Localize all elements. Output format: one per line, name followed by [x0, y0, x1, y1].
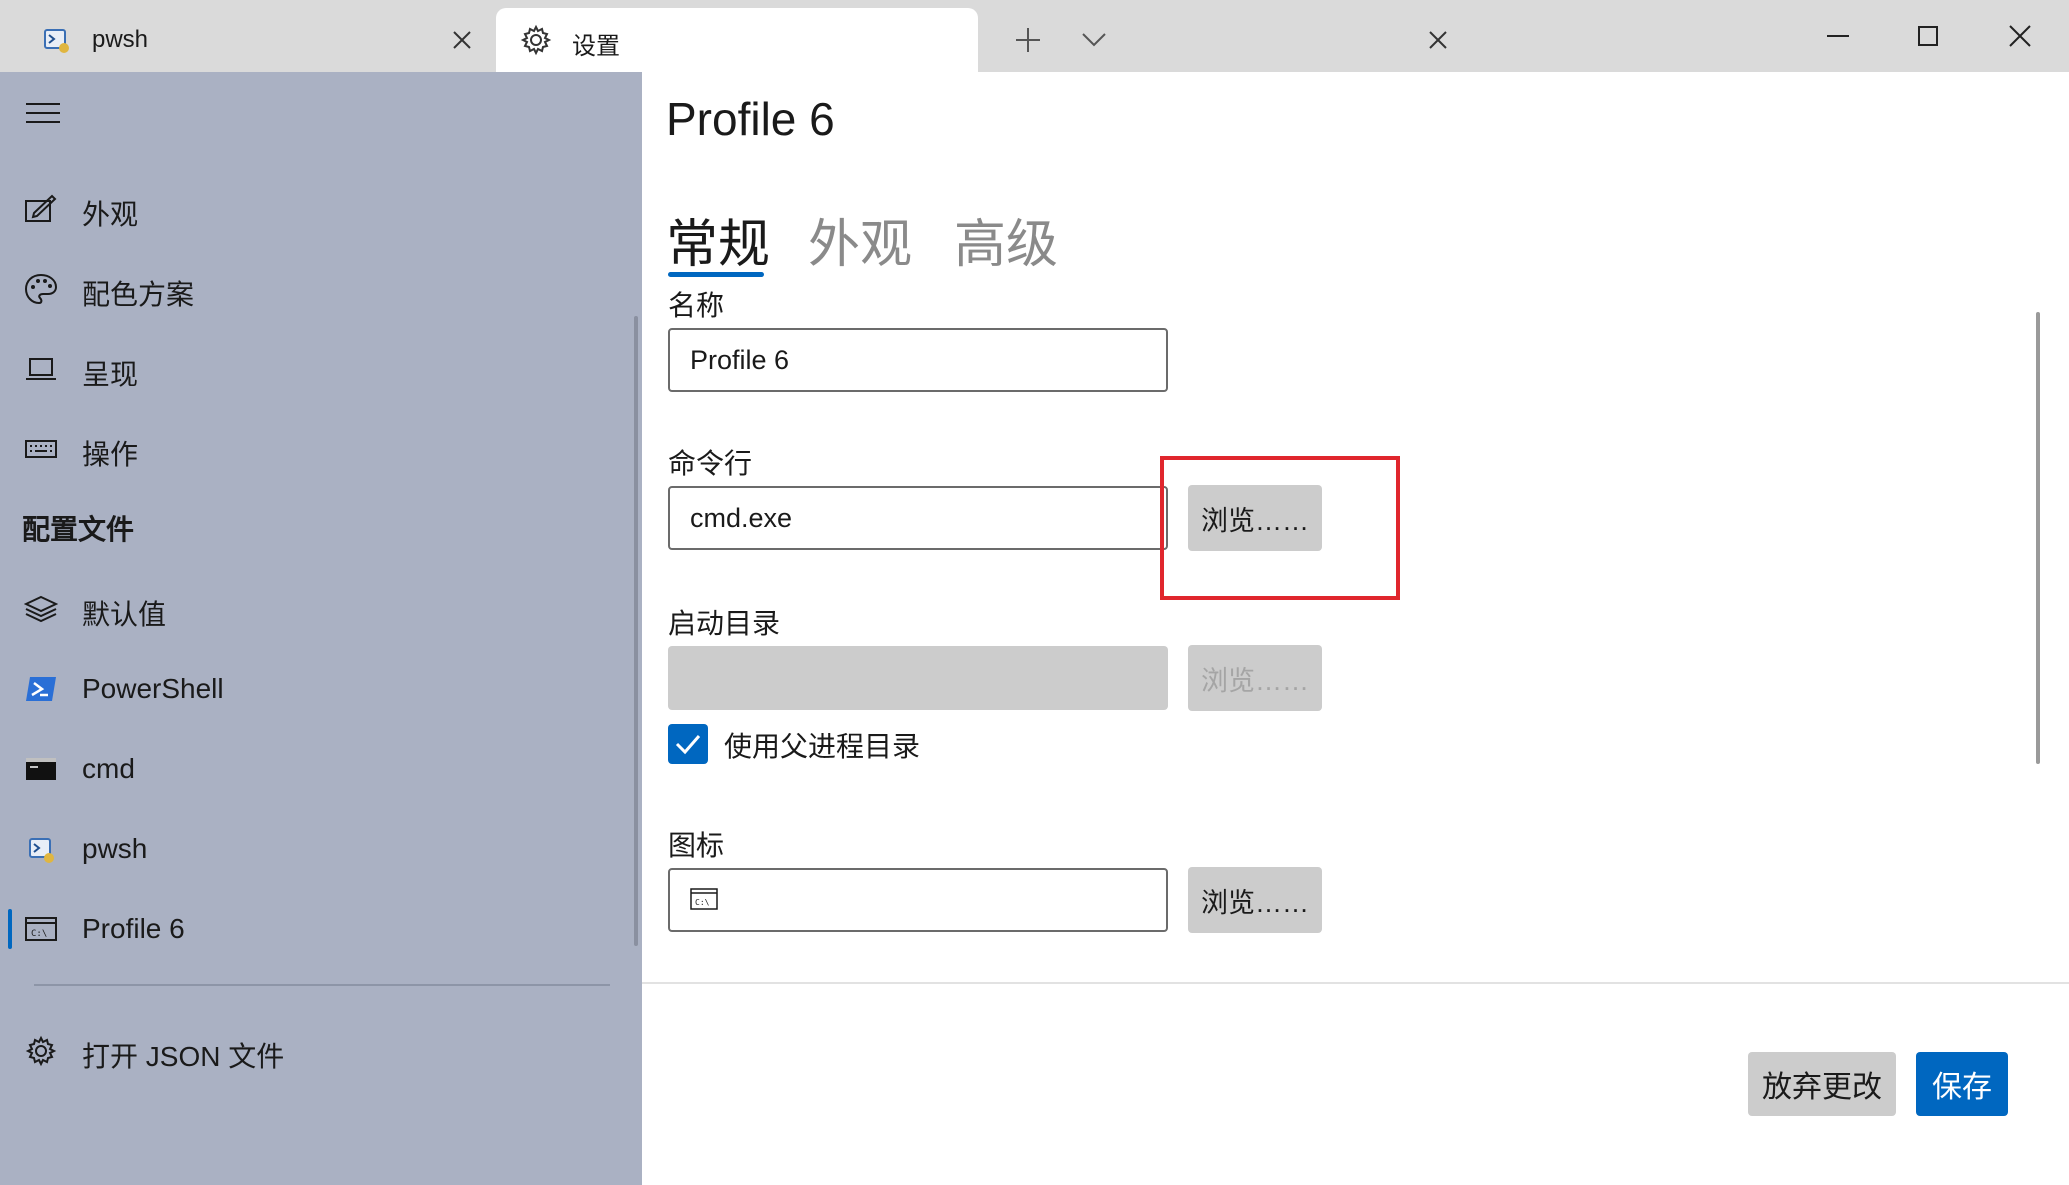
- tab-label: 设置: [572, 33, 620, 60]
- tab-label: pwsh: [92, 26, 149, 53]
- command-line-label: 命令行: [668, 448, 753, 479]
- pwsh-icon: [40, 24, 72, 56]
- sidebar-item-label: pwsh: [82, 833, 148, 864]
- sidebar-item-powershell[interactable]: PowerShell: [0, 654, 630, 724]
- maximize-button[interactable]: [1900, 16, 1956, 56]
- starting-directory-label: 启动目录: [668, 608, 781, 639]
- sidebar-item-profile-6[interactable]: C:\ Profile 6: [0, 894, 630, 964]
- command-line-input[interactable]: [668, 486, 1168, 550]
- sidebar-item-label: 操作: [82, 439, 139, 470]
- minimize-icon: [1827, 35, 1849, 37]
- cmd-icon: [24, 753, 58, 785]
- sidebar-item-label: PowerShell: [82, 673, 224, 704]
- open-json-file-button[interactable]: 打开 JSON 文件: [0, 1016, 630, 1086]
- icon-path-input[interactable]: [668, 868, 1168, 932]
- plus-icon: [1016, 28, 1040, 52]
- sidebar-item-label: 呈现: [82, 359, 139, 390]
- sidebar-item-rendering[interactable]: 呈现: [0, 334, 630, 404]
- powershell-icon: [24, 673, 58, 705]
- title-bar: pwsh 设置: [0, 0, 2069, 72]
- name-label: 名称: [668, 290, 725, 321]
- minimize-button[interactable]: [1810, 16, 1866, 56]
- selection-indicator: [8, 909, 12, 949]
- sidebar-item-defaults[interactable]: 默认值: [0, 574, 630, 644]
- use-parent-directory-label: 使用父进程目录: [724, 731, 921, 762]
- sidebar-item-label: 默认值: [82, 599, 167, 630]
- chevron-down-icon: [1082, 33, 1106, 47]
- appearance-icon: [24, 193, 58, 225]
- terminal-icon: C:\: [24, 913, 58, 945]
- sidebar-item-color-schemes[interactable]: 配色方案: [0, 254, 630, 324]
- starting-directory-input: [668, 646, 1168, 710]
- discard-changes-button[interactable]: 放弃更改: [1748, 1052, 1896, 1116]
- sidebar-item-label: 打开 JSON 文件: [82, 1041, 285, 1072]
- name-input[interactable]: [668, 328, 1168, 392]
- sidebar-scrollbar[interactable]: [634, 316, 638, 946]
- gear-icon: [520, 24, 552, 56]
- tab-settings[interactable]: 设置: [496, 8, 1447, 72]
- keyboard-icon: [24, 433, 58, 465]
- layers-icon: [24, 593, 58, 625]
- maximize-icon: [1918, 26, 1938, 46]
- use-parent-directory-checkbox[interactable]: [668, 724, 708, 764]
- tab-general[interactable]: 常规: [666, 202, 770, 277]
- rendering-icon: [24, 353, 58, 385]
- page-title: Profile 6: [666, 93, 835, 145]
- hamburger-menu-icon[interactable]: [26, 100, 60, 126]
- sidebar-item-label: 外观: [82, 199, 139, 230]
- new-tab-dropdown-button[interactable]: [1074, 20, 1114, 60]
- close-icon[interactable]: [1424, 26, 1452, 54]
- window-close-button[interactable]: [1992, 16, 2048, 56]
- save-button[interactable]: 保存: [1916, 1052, 2008, 1116]
- icon-browse-button[interactable]: 浏览……: [1188, 867, 1322, 933]
- terminal-icon: C:\: [690, 888, 718, 910]
- pwsh-icon: [24, 833, 58, 865]
- tab-advanced[interactable]: 高级: [954, 202, 1058, 277]
- sidebar-item-appearance[interactable]: 外观: [0, 174, 630, 244]
- settings-content: Profile 6 常规 外观 高级 名称 命令行 浏览…… 启动目录 浏览………: [642, 72, 2069, 1185]
- sidebar-item-actions[interactable]: 操作: [0, 414, 630, 484]
- sidebar-divider: [34, 984, 610, 986]
- footer-divider: [642, 982, 2069, 984]
- tab-appearance[interactable]: 外观: [808, 202, 912, 277]
- gear-icon: [24, 1035, 58, 1067]
- sidebar-item-label: 配色方案: [82, 279, 195, 310]
- tab-selected-indicator: [668, 272, 764, 277]
- starting-directory-browse-button: 浏览……: [1188, 645, 1322, 711]
- sidebar-item-cmd[interactable]: cmd: [0, 734, 630, 804]
- tab-pwsh[interactable]: pwsh: [0, 8, 490, 72]
- close-icon: [2009, 25, 2031, 47]
- sidebar: 外观 配色方案 呈现 操作 配置文件 默认值 PowerShell cmd pw…: [0, 72, 642, 1185]
- checkmark-icon: [675, 735, 701, 755]
- svg-text:C:\: C:\: [695, 898, 710, 907]
- close-icon[interactable]: [448, 26, 476, 54]
- svg-text:C:\: C:\: [31, 929, 47, 939]
- content-scrollbar[interactable]: [2036, 312, 2040, 764]
- profiles-section-title: 配置文件: [22, 514, 135, 545]
- icon-label: 图标: [668, 830, 725, 861]
- sidebar-item-label: Profile 6: [82, 913, 185, 944]
- highlight-annotation-box: [1160, 456, 1400, 600]
- new-tab-button[interactable]: [1008, 20, 1048, 60]
- sidebar-item-label: cmd: [82, 753, 135, 784]
- sidebar-item-pwsh[interactable]: pwsh: [0, 814, 630, 884]
- palette-icon: [24, 273, 58, 305]
